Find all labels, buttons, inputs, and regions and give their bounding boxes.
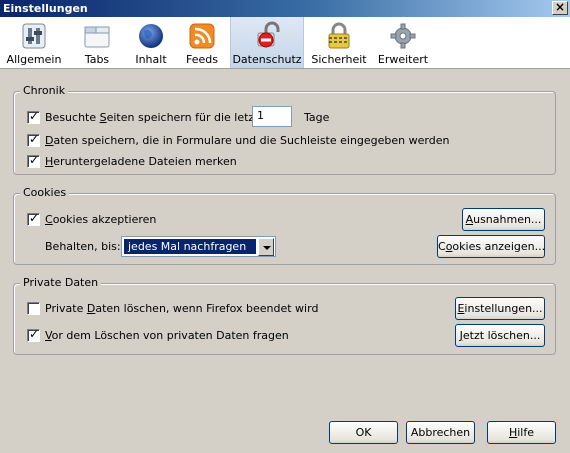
preferences-window: Einstellungen × Allgemein Tabs Inhalt Fe… [0,0,570,453]
tab-label: Tabs [84,53,110,66]
check-mark: ✓ [29,109,40,123]
tab-label: Inhalt [135,53,167,66]
accept-cookies-label: Cookies akzeptieren [45,213,157,226]
title-bar: Einstellungen × [0,0,570,17]
switch-icon [22,23,46,49]
remember-downloads-checkbox[interactable]: ✓ [27,153,40,168]
tab-inhalt[interactable]: Inhalt [126,17,176,68]
tab-label: Erweitert [377,53,429,66]
remember-history-label: Besuchte Seiten speichern für die letzte… [45,111,273,124]
group-title-cookies: Cookies [20,186,70,199]
keep-until-label: Behalten, bis: [45,240,121,253]
tab-feeds[interactable]: Feeds [178,17,226,68]
help-button[interactable]: Hilfe [487,421,556,444]
tab-label: Sicherheit [311,53,367,66]
keep-until-value: jedes Mal nachfragen [123,238,257,255]
accept-cookies-checkbox[interactable]: ✓ [27,211,40,226]
remember-forms-label: Daten speichern, die in Formulare und di… [45,134,450,147]
clear-now-button[interactable]: Jetzt löschen... [455,324,545,347]
remember-history-checkbox[interactable]: ✓ [27,109,40,124]
globe-icon [139,24,163,48]
group-title-private-data: Private Daten [20,276,102,289]
ok-button[interactable]: OK [329,421,398,444]
remember-forms-checkbox[interactable]: ✓ [27,132,40,147]
exceptions-button[interactable]: Ausnahmen... [462,208,545,231]
check-mark: ✓ [29,132,40,146]
days-unit-label: Tage [304,111,330,124]
group-title-chronik: Chronik [20,84,69,97]
tab-datenschutz[interactable]: Datenschutz [230,17,304,68]
show-cookies-button[interactable]: Cookies anzeigen... [437,235,545,258]
tab-label: Datenschutz [232,53,302,66]
cancel-button[interactable]: Abbrechen [406,421,475,444]
privacy-lock-icon [257,21,280,48]
tab-erweitert[interactable]: Erweitert [372,17,434,68]
close-icon[interactable]: × [552,1,568,15]
keep-until-select[interactable]: jedes Mal nachfragen [121,236,276,257]
check-mark: ✓ [29,211,40,225]
window-title: Einstellungen [3,2,88,15]
check-mark: ✓ [29,327,40,341]
tab-allgemein[interactable]: Allgemein [4,17,64,68]
check-mark: ✓ [29,153,40,167]
ask-before-clearing-checkbox[interactable]: ✓ [27,327,40,342]
chevron-down-icon[interactable] [258,238,274,256]
remember-downloads-label: Heruntergeladene Dateien merken [45,155,237,168]
clear-on-exit-label: Private Daten löschen, wenn Firefox been… [45,302,319,315]
gear-icon [390,23,416,49]
tab-tabs[interactable]: Tabs [70,17,124,68]
ask-before-clearing-label: Vor dem Löschen von privaten Daten frage… [45,329,289,342]
private-data-settings-button[interactable]: Einstellungen... [455,297,545,320]
tab-label: Feeds [186,53,218,66]
preferences-toolbar: Allgemein Tabs Inhalt Feeds Datenschutz … [0,17,570,69]
history-days-input[interactable]: 1 [252,106,292,127]
padlock-icon [328,22,350,49]
clear-on-exit-checkbox[interactable] [27,302,40,315]
rss-feed-icon [189,23,215,49]
tab-sicherheit[interactable]: Sicherheit [310,17,368,68]
tab-label: Allgemein [6,53,62,66]
tabs-window-icon [84,26,110,48]
